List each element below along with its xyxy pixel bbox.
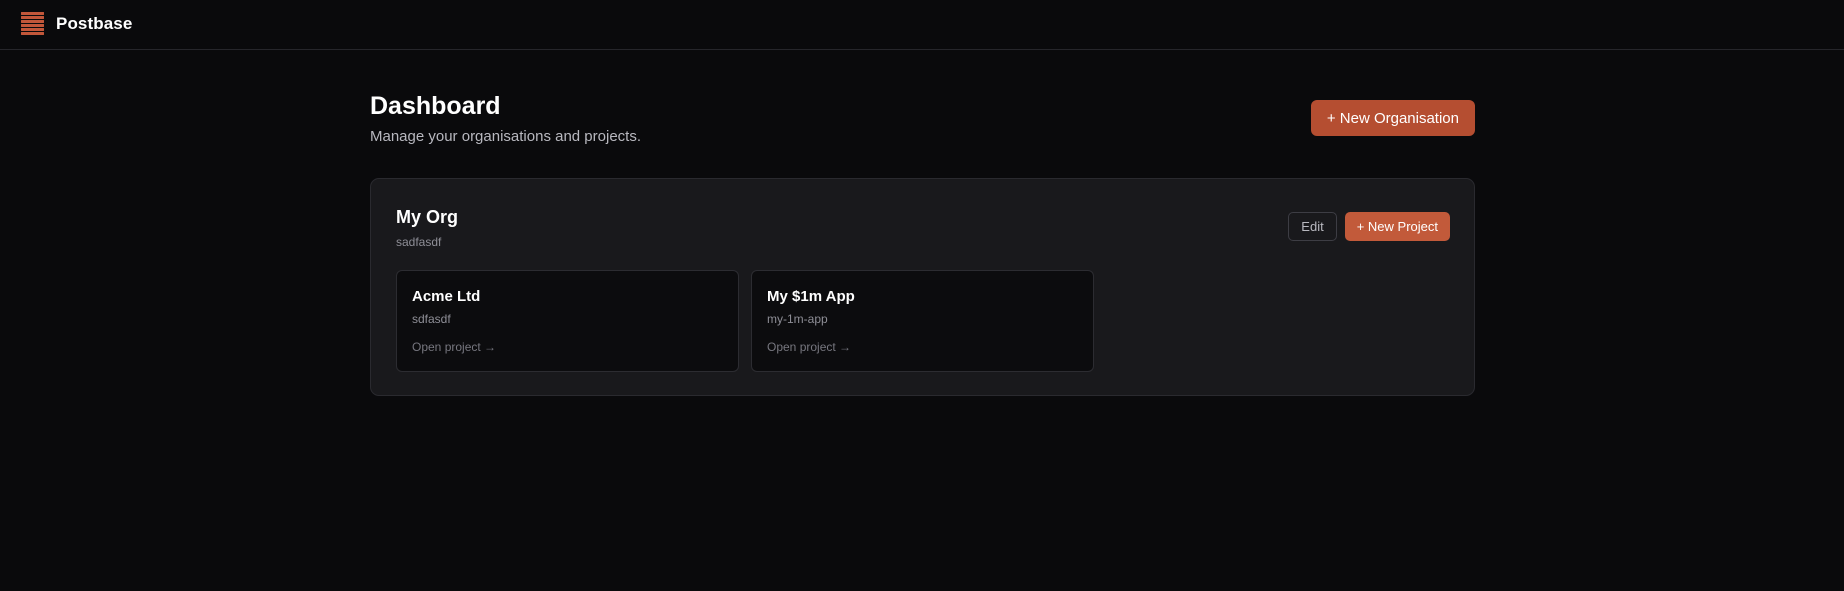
project-card[interactable]: My $1m App my-1m-app Open project → [751,270,1094,372]
page-header: Dashboard Manage your organisations and … [370,88,1475,178]
project-slug: my-1m-app [767,312,828,326]
project-name: Acme Ltd [412,288,481,305]
project-name: My $1m App [767,288,855,305]
organisation-actions: Edit + New Project [1288,212,1450,241]
brand-home-link[interactable]: Postbase [21,12,132,36]
project-list: Acme Ltd sdfasdf Open project → My $1m A… [396,270,1094,372]
edit-organisation-button[interactable]: Edit [1288,212,1337,241]
project-slug: sdfasdf [412,312,451,326]
top-navbar: Postbase [0,0,1844,50]
new-project-button[interactable]: + New Project [1344,212,1450,241]
open-project-link[interactable]: Open project → [412,340,496,354]
organisation-slug: sadfasdf [396,235,442,249]
new-organisation-button[interactable]: + New Organisation [1310,100,1475,136]
dashboard-main: Dashboard Manage your organisations and … [370,88,1475,396]
organisation-name: My Org [396,207,459,227]
project-card[interactable]: Acme Ltd sdfasdf Open project → [396,270,739,372]
stacked-bars-logo-icon [21,12,44,35]
organisation-card: My Org sadfasdf Edit + New Project Acme … [370,178,1475,396]
brand-name: Postbase [56,14,133,33]
open-project-link[interactable]: Open project → [767,340,851,354]
page-title: Dashboard [370,92,501,120]
page-subtitle: Manage your organisations and projects. [370,128,641,145]
